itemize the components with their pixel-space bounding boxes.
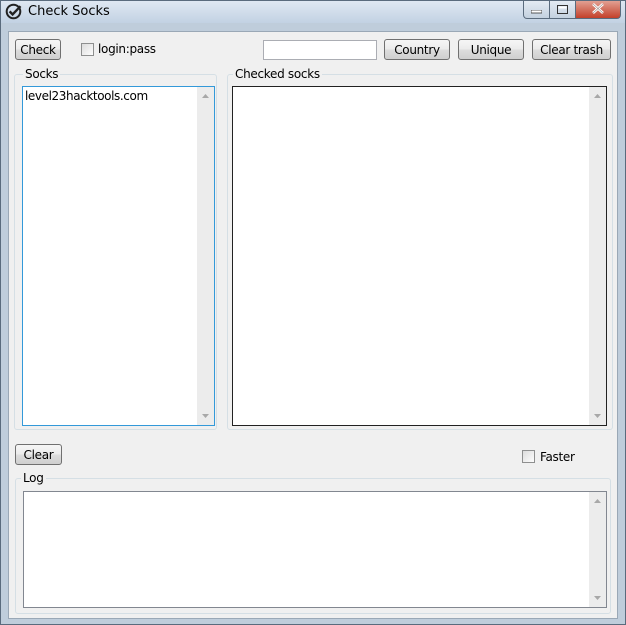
- caption-buttons: [523, 1, 621, 19]
- check-button[interactable]: Check: [15, 39, 61, 60]
- maximize-icon: [557, 3, 568, 17]
- loginpass-checkbox[interactable]: [81, 43, 94, 56]
- scroll-down-icon[interactable]: [197, 409, 214, 423]
- faster-label: Faster: [540, 450, 575, 464]
- socks-group-label: Socks: [23, 67, 61, 81]
- minimize-button[interactable]: [523, 1, 550, 19]
- log-scrollbar[interactable]: [589, 492, 606, 607]
- scroll-up-icon[interactable]: [197, 89, 214, 103]
- log-textbox[interactable]: [23, 491, 607, 608]
- faster-checkbox[interactable]: [522, 450, 535, 463]
- maximize-button[interactable]: [550, 1, 576, 19]
- title-bar[interactable]: Check Socks: [1, 1, 625, 23]
- checked-socks-scrollbar[interactable]: [589, 87, 606, 425]
- minimize-icon: [530, 3, 543, 17]
- window-title: Check Socks: [28, 4, 110, 19]
- log-group-label: Log: [21, 471, 46, 485]
- clear-trash-button[interactable]: Clear trash: [532, 39, 611, 60]
- scroll-up-icon[interactable]: [589, 89, 606, 103]
- country-button[interactable]: Country: [384, 39, 450, 60]
- socks-scrollbar[interactable]: [197, 87, 214, 425]
- scroll-up-icon[interactable]: [589, 494, 606, 508]
- scroll-down-icon[interactable]: [589, 591, 606, 605]
- app-window: Check Socks Check login:pass Country Uni…: [0, 0, 626, 625]
- filter-input[interactable]: [263, 40, 377, 60]
- client-area: Check login:pass Country Unique Clear tr…: [8, 31, 618, 619]
- socks-list[interactable]: level23hacktools.com: [22, 86, 215, 426]
- checked-socks-group-label: Checked socks: [233, 67, 322, 81]
- checkmark-circle-icon: [5, 3, 22, 20]
- close-button[interactable]: [576, 1, 621, 19]
- close-icon: [592, 2, 604, 17]
- loginpass-label: login:pass: [98, 42, 156, 56]
- list-item[interactable]: level23hacktools.com: [25, 89, 148, 103]
- unique-button[interactable]: Unique: [458, 39, 524, 60]
- scroll-down-icon[interactable]: [589, 409, 606, 423]
- checked-socks-list[interactable]: [232, 86, 607, 426]
- clear-button[interactable]: Clear: [15, 444, 62, 465]
